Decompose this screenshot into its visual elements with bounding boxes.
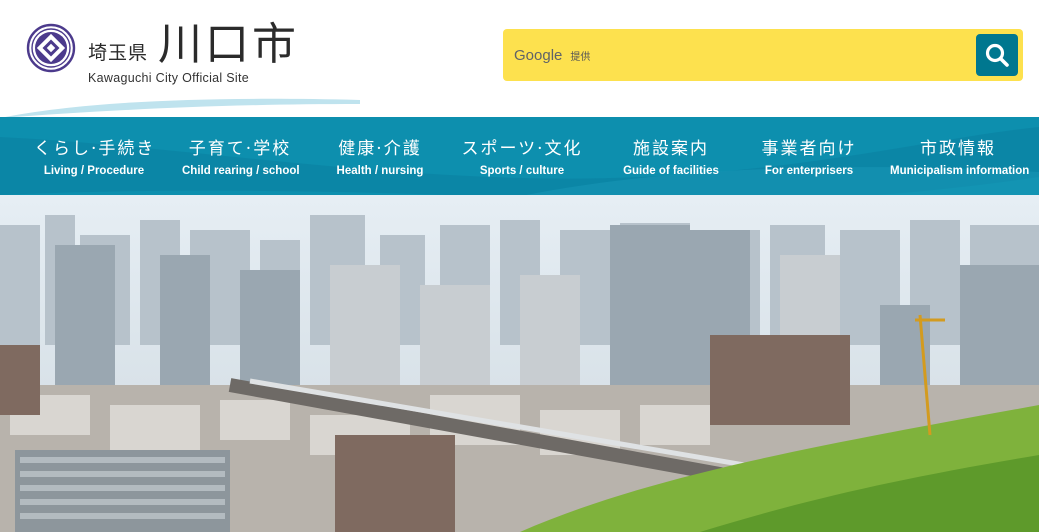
nav-item-label-en: Health / nursing	[336, 165, 424, 177]
nav-item-child-rearing[interactable]: 子育て·学校 Child rearing / school	[182, 138, 300, 179]
nav-item-label-en: Guide of facilities	[623, 165, 719, 177]
nav-item-label-jp: 子育て·学校	[188, 139, 292, 159]
google-branding: Google 提供	[514, 47, 590, 64]
nav-item-label-en: Sports / culture	[479, 165, 565, 177]
nav-item-enterprisers[interactable]: 事業者向け For enterprisers	[756, 138, 862, 179]
nav-item-health[interactable]: 健康·介護 Health / nursing	[332, 138, 428, 179]
logo-text: 埼玉県 川口市 Kawaguchi City Official Site	[86, 20, 316, 90]
nav-item-label-en: Municipalism information	[890, 165, 1030, 177]
prefecture-name: 埼玉県	[88, 42, 149, 64]
search-icon	[985, 43, 1009, 67]
provided-by-label: 提供	[570, 51, 591, 63]
nav-item-municipalism[interactable]: 市政情報 Municipalism information	[890, 138, 1030, 179]
google-brand-label: Google	[514, 46, 563, 64]
search-button[interactable]	[976, 34, 1018, 76]
nav-item-label-jp: 市政情報	[920, 139, 996, 159]
site-subtitle: Kawaguchi City Official Site	[88, 71, 250, 85]
city-emblem-icon	[26, 23, 76, 73]
search-input[interactable]	[633, 37, 963, 73]
nav-item-sports[interactable]: スポーツ·文化 Sports / culture	[460, 138, 584, 179]
nav-item-label-jp: 施設案内	[633, 139, 709, 159]
nav-item-label-en: Child rearing / school	[182, 165, 300, 177]
site-logo-link[interactable]: 埼玉県 川口市 Kawaguchi City Official Site	[26, 20, 316, 90]
nav-item-label-jp: くらし·手続き	[34, 139, 156, 159]
nav-item-label-jp: スポーツ·文化	[461, 139, 583, 159]
hero-city-photo	[0, 195, 1039, 532]
nav-item-living[interactable]: くらし·手続き Living / Procedure	[34, 138, 154, 179]
nav-item-label-en: For enterprisers	[764, 165, 854, 177]
nav-menu: くらし·手続き Living / Procedure 子育て·学校 Child …	[0, 117, 1039, 205]
header-wave-decoration	[0, 98, 360, 118]
nav-item-label-jp: 健康·介護	[338, 139, 422, 159]
site-search-box: Google 提供	[503, 29, 1023, 81]
nav-item-facilities[interactable]: 施設案内 Guide of facilities	[622, 138, 720, 179]
city-aerial-photo	[0, 195, 1039, 532]
site-header: 埼玉県 川口市 Kawaguchi City Official Site Goo…	[0, 0, 1039, 118]
nav-item-label-jp: 事業者向け	[761, 139, 857, 159]
nav-item-label-en: Living / Procedure	[43, 165, 145, 177]
city-name: 川口市	[158, 19, 299, 70]
